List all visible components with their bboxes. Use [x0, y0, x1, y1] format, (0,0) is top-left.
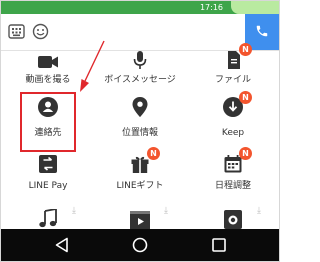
home-icon[interactable] [132, 237, 148, 257]
screen: 17:16 動画を撮る ボイスメッセージ N ファイル 連絡先 位置情報 N K… [0, 0, 280, 262]
back-icon[interactable] [55, 237, 69, 257]
annotation-arrow [80, 40, 105, 92]
system-nav-bar [1, 229, 279, 261]
recents-icon[interactable] [211, 237, 227, 257]
